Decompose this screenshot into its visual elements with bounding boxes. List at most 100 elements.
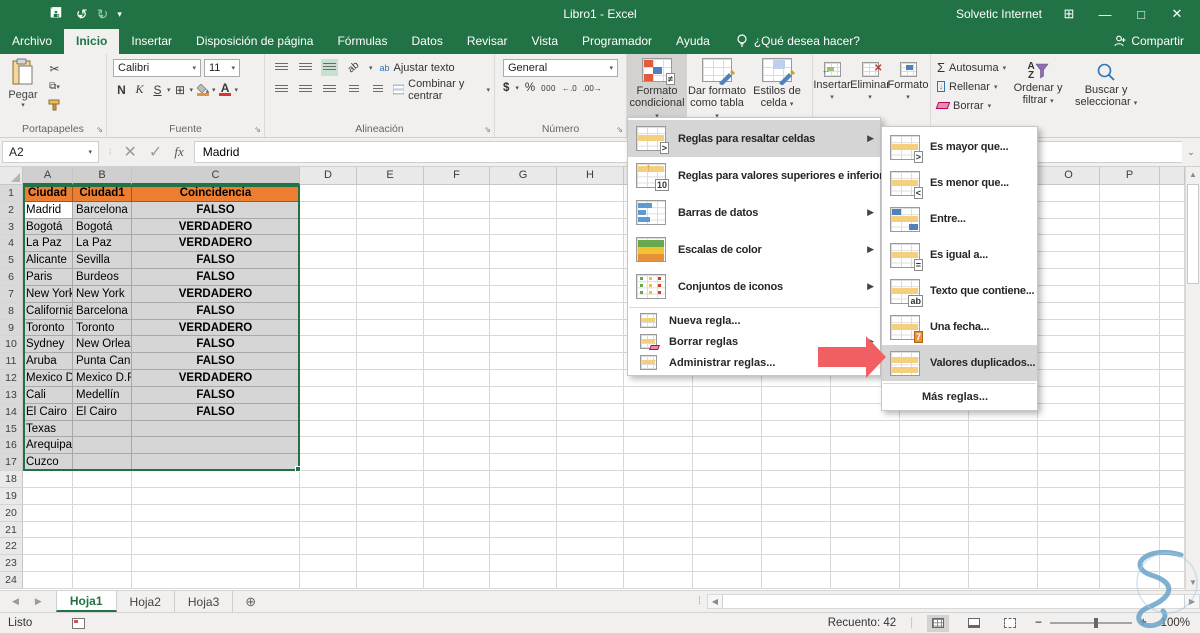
cell-C22[interactable] <box>132 538 300 556</box>
cell-C19[interactable] <box>132 487 300 505</box>
column-header-C[interactable]: C <box>132 167 300 185</box>
cell-H2[interactable] <box>557 201 624 219</box>
cell-H4[interactable] <box>557 235 624 253</box>
cell-O15[interactable] <box>1038 420 1100 438</box>
cell-A17[interactable]: Cuzco <box>23 454 73 472</box>
cell-G2[interactable] <box>490 201 557 219</box>
cell-M23[interactable] <box>900 555 969 573</box>
cell-F12[interactable] <box>424 370 490 387</box>
decrease-decimal-icon[interactable]: .00→ <box>583 84 602 93</box>
cell-C3[interactable]: VERDADERO <box>132 218 300 236</box>
cell-H11[interactable] <box>557 353 624 371</box>
namebox-splitter[interactable]: ⁞ <box>109 147 112 157</box>
menu-item-top-bottom[interactable]: ↑ 10 Reglas para valores superiores e infe… <box>628 157 914 194</box>
sheet-nav-right-icon[interactable]: ▶ <box>35 596 42 607</box>
cell-P12[interactable] <box>1100 370 1160 387</box>
cell-L15[interactable] <box>831 420 900 438</box>
cell-F15[interactable] <box>424 420 490 438</box>
cell-C1[interactable]: Coincidencia <box>132 185 300 202</box>
cell-F23[interactable] <box>424 555 490 573</box>
cell-E10[interactable] <box>357 336 424 354</box>
cell-G20[interactable] <box>490 504 557 522</box>
cell-E16[interactable] <box>357 437 424 455</box>
cell-20[interactable] <box>1160 504 1185 522</box>
cell-C2[interactable]: FALSO <box>132 201 300 219</box>
cell-G5[interactable] <box>490 252 557 270</box>
cell-B15[interactable] <box>73 420 132 438</box>
cell-F5[interactable] <box>424 252 490 270</box>
cell-O16[interactable] <box>1038 437 1100 455</box>
fill-button[interactable]: ↓ Rellenar ▾ <box>937 77 1006 96</box>
row-header-1[interactable]: 1 <box>0 185 23 202</box>
menu-item-new-rule[interactable]: Nueva regla... <box>628 310 880 331</box>
cell-K17[interactable] <box>762 454 831 472</box>
share-button[interactable]: Compartir <box>1114 34 1200 54</box>
submenu-item-text-contains[interactable]: ab Texto que contiene... <box>882 273 1037 309</box>
cell-F4[interactable] <box>424 235 490 253</box>
fill-color-dropdown[interactable]: ▾ <box>212 86 216 94</box>
cell-G13[interactable] <box>490 386 557 404</box>
cell-I19[interactable] <box>624 487 693 505</box>
cell-B6[interactable]: Burdeos <box>73 269 132 286</box>
cell-B21[interactable] <box>73 521 132 539</box>
cell-F13[interactable] <box>424 386 490 404</box>
cell-L16[interactable] <box>831 437 900 455</box>
cell-B19[interactable] <box>73 487 132 505</box>
row-header-22[interactable]: 22 <box>0 538 23 556</box>
cell-I24[interactable] <box>624 572 693 589</box>
cell-A7[interactable]: New York <box>23 285 73 303</box>
cell-O19[interactable] <box>1038 487 1100 505</box>
cell-15[interactable] <box>1160 420 1185 438</box>
cell-2[interactable] <box>1160 201 1185 219</box>
currency-dropdown[interactable]: ▾ <box>515 84 519 92</box>
number-format-select[interactable]: General ▾ <box>503 59 618 77</box>
wrap-text-button[interactable]: ab Ajustar texto <box>380 59 455 76</box>
zoom-in-icon[interactable]: + <box>1140 617 1147 629</box>
cell-K21[interactable] <box>762 521 831 539</box>
sheet-nav-left-icon[interactable]: ◀ <box>12 596 19 607</box>
cell-D8[interactable] <box>300 302 357 320</box>
increase-indent-icon[interactable] <box>369 81 386 98</box>
cell-O22[interactable] <box>1038 538 1100 556</box>
insert-function-icon[interactable]: fx <box>174 144 183 160</box>
expand-formula-bar-icon[interactable]: ⌄ <box>1182 147 1200 158</box>
cell-C21[interactable] <box>132 521 300 539</box>
format-painter-icon[interactable] <box>46 96 63 113</box>
cell-L24[interactable] <box>831 572 900 589</box>
cell-F7[interactable] <box>424 285 490 303</box>
cell-G3[interactable] <box>490 218 557 236</box>
cell-G14[interactable] <box>490 403 557 421</box>
row-header-19[interactable]: 19 <box>0 487 23 505</box>
cell-C5[interactable]: FALSO <box>132 252 300 270</box>
cell-I17[interactable] <box>624 454 693 472</box>
percent-icon[interactable]: % <box>525 82 535 94</box>
menu-item-color-scales[interactable]: Escalas de color ▶ <box>628 231 880 268</box>
submenu-item-duplicates[interactable]: Valores duplicados... <box>882 345 1037 381</box>
horizontal-scroll-thumb[interactable] <box>721 595 1185 608</box>
zoom-level[interactable]: 100% <box>1161 617 1190 629</box>
tab-f-rmulas[interactable]: Fórmulas <box>325 29 399 54</box>
cell-A5[interactable]: Alicante <box>23 252 73 270</box>
cell-N19[interactable] <box>969 487 1038 505</box>
cell-1[interactable] <box>1160 185 1185 202</box>
cell-P14[interactable] <box>1100 403 1160 421</box>
cell-D21[interactable] <box>300 521 357 539</box>
row-header-5[interactable]: 5 <box>0 252 23 270</box>
cell-H23[interactable] <box>557 555 624 573</box>
column-header-A[interactable]: A <box>23 167 73 185</box>
column-header-D[interactable]: D <box>300 167 357 185</box>
cell-F14[interactable] <box>424 403 490 421</box>
cell-N23[interactable] <box>969 555 1038 573</box>
font-dialog-launcher[interactable]: ⇘ <box>254 125 261 134</box>
cell-7[interactable] <box>1160 285 1185 303</box>
cell-D22[interactable] <box>300 538 357 556</box>
cell-E9[interactable] <box>357 319 424 337</box>
cell-D14[interactable] <box>300 403 357 421</box>
cell-H22[interactable] <box>557 538 624 556</box>
cell-B1[interactable]: Ciudad1 <box>73 185 132 202</box>
sheet-tab-hoja3[interactable]: Hoja3 <box>175 591 234 612</box>
cell-J22[interactable] <box>693 538 762 556</box>
cell-L19[interactable] <box>831 487 900 505</box>
column-header-O[interactable]: O <box>1038 167 1100 185</box>
cell-L23[interactable] <box>831 555 900 573</box>
